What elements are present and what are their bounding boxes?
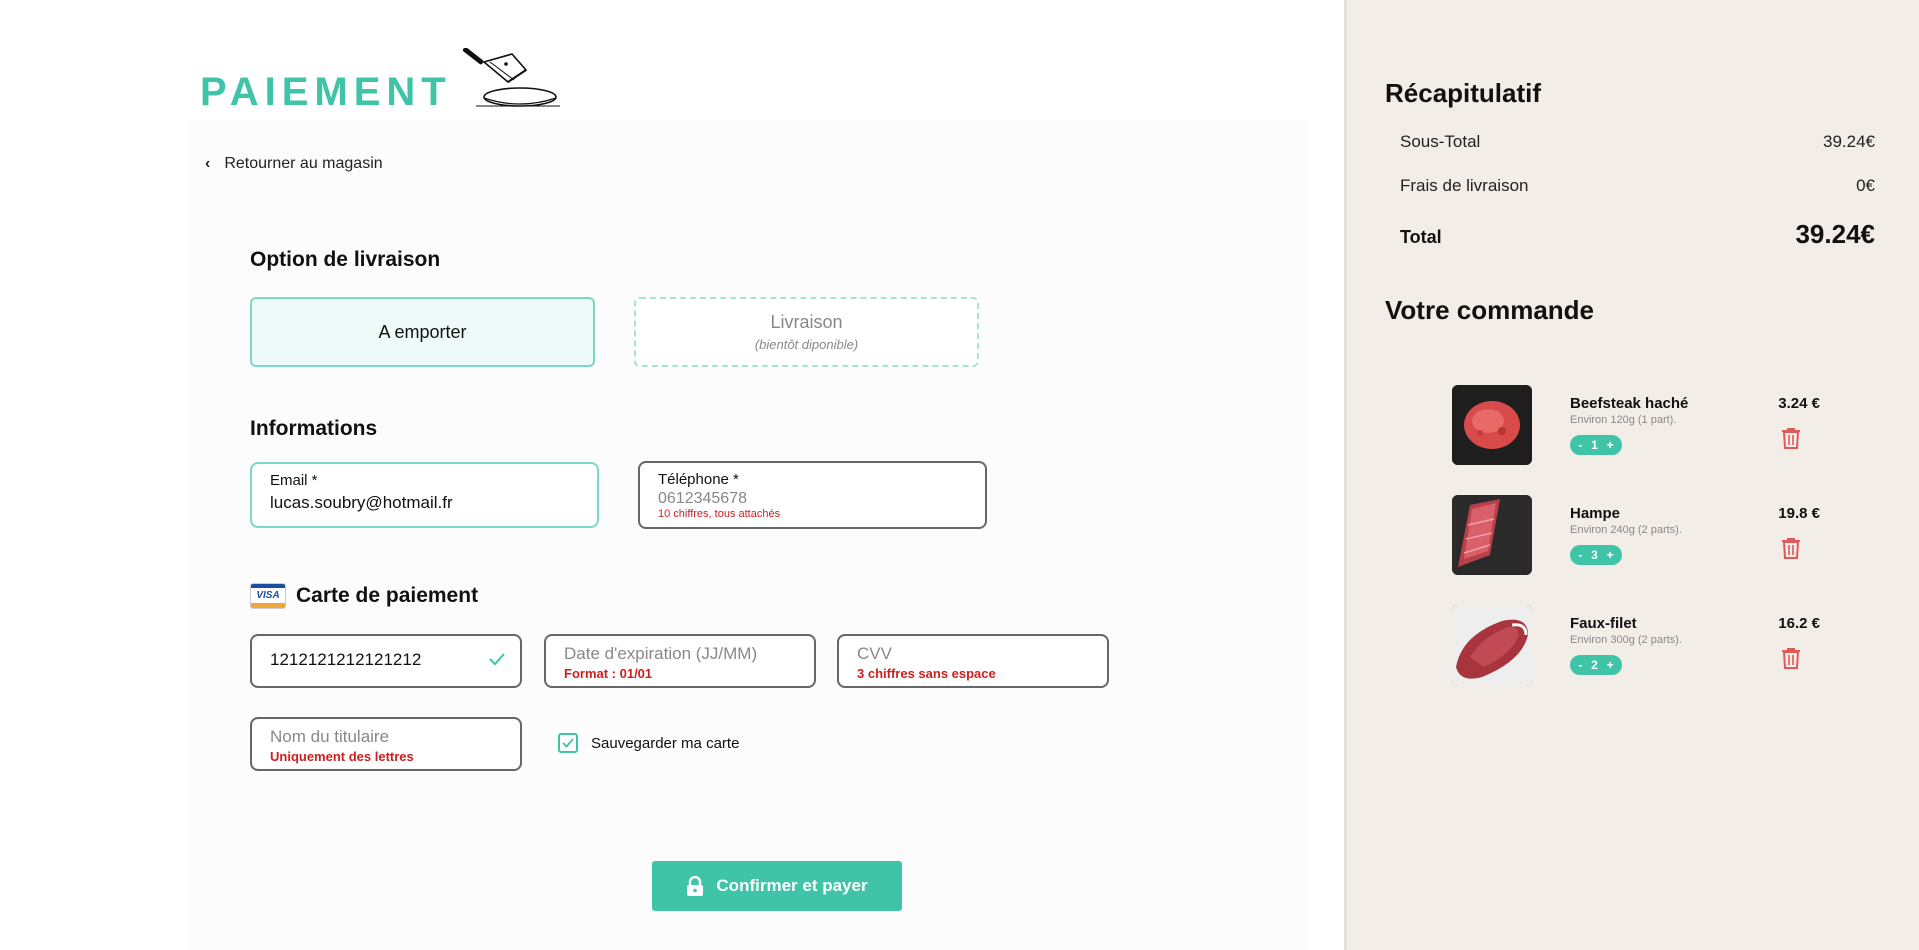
holder-field[interactable]: Nom du titulaire Uniquement des lettres xyxy=(250,717,522,771)
subtotal-row: Sous-Total 39.24€ xyxy=(1400,132,1875,152)
subtotal-value: 39.24€ xyxy=(1823,132,1875,151)
trash-icon[interactable] xyxy=(1780,646,1802,670)
expiry-placeholder: Date d'expiration (JJ/MM) xyxy=(564,644,758,663)
pickup-label: A emporter xyxy=(378,321,467,342)
quantity-stepper[interactable]: - 1 + xyxy=(1570,435,1622,455)
card-number-field[interactable]: 1212121212121212 xyxy=(250,634,522,688)
delivery-option-shipping[interactable]: Livraison (bientôt diponible) xyxy=(634,297,979,367)
cvv-hint: 3 chiffres sans espace xyxy=(857,666,996,681)
decrement-button[interactable]: - xyxy=(1578,548,1582,562)
item-name: Beefsteak haché xyxy=(1570,395,1689,412)
order-item: Faux-filet Environ 300g (2 parts). - 2 +… xyxy=(1452,605,1852,685)
save-card-checkbox[interactable]: Sauvegarder ma carte xyxy=(558,733,739,753)
chevron-left-icon: ‹ xyxy=(205,155,211,172)
phone-placeholder: 0612345678 xyxy=(658,490,747,507)
phone-label: Téléphone * xyxy=(658,471,739,488)
expiry-hint: Format : 01/01 xyxy=(564,666,653,681)
email-value: lucas.soubry@hotmail.fr xyxy=(270,493,453,512)
item-desc: Environ 240g (2 parts). xyxy=(1570,524,1682,536)
card-section-label: Carte de paiement xyxy=(296,584,479,607)
summary-title: Récapitulatif xyxy=(1385,78,1542,108)
item-qty: 3 xyxy=(1591,548,1598,562)
phone-hint: 10 chiffres, tous attachés xyxy=(658,508,781,520)
item-name: Hampe xyxy=(1570,505,1621,522)
subtotal-label: Sous-Total xyxy=(1400,132,1481,151)
delivery-option-pickup[interactable]: A emporter xyxy=(250,297,595,367)
order-item: Hampe Environ 240g (2 parts). - 3 + 19.8… xyxy=(1452,495,1852,575)
visa-card-icon: VISA xyxy=(250,583,286,609)
save-card-label: Sauvegarder ma carte xyxy=(591,734,740,752)
decrement-button[interactable]: - xyxy=(1578,438,1582,452)
product-image xyxy=(1452,605,1532,685)
item-desc: Environ 120g (1 part). xyxy=(1570,414,1677,426)
card-section-title: VISA Carte de paiement xyxy=(250,583,478,609)
expiry-field[interactable]: Date d'expiration (JJ/MM) Format : 01/01 xyxy=(544,634,816,688)
lock-icon xyxy=(687,876,704,896)
email-label: Email * xyxy=(270,472,318,489)
cvv-field[interactable]: CVV 3 chiffres sans espace xyxy=(837,634,1109,688)
item-price: 16.2 € xyxy=(1778,615,1820,632)
item-name: Faux-filet xyxy=(1570,615,1637,632)
item-qty: 1 xyxy=(1591,438,1598,452)
cvv-placeholder: CVV xyxy=(857,644,892,663)
confirm-pay-button[interactable]: Confirmer et payer xyxy=(652,861,902,911)
increment-button[interactable]: + xyxy=(1607,438,1614,452)
order-summary-panel: Récapitulatif Sous-Total 39.24€ Frais de… xyxy=(1344,0,1919,950)
quantity-stepper[interactable]: - 2 + xyxy=(1570,655,1622,675)
valid-check-icon xyxy=(489,653,505,666)
shipping-fee-label: Frais de livraison xyxy=(1400,176,1529,195)
holder-placeholder: Nom du titulaire xyxy=(270,727,390,746)
total-row: Total 39.24€ xyxy=(1400,219,1875,250)
item-price: 19.8 € xyxy=(1778,505,1820,522)
shipping-row: Frais de livraison 0€ xyxy=(1400,176,1875,196)
order-item: Beefsteak haché Environ 120g (1 part). -… xyxy=(1452,385,1852,465)
checkout-panel: PAIEMENT ‹ Retourner au magasin Option d… xyxy=(0,0,1345,950)
decrement-button[interactable]: - xyxy=(1578,658,1582,672)
order-title: Votre commande xyxy=(1385,295,1595,325)
phone-field[interactable]: Téléphone * 0612345678 10 chiffres, tous… xyxy=(638,461,987,529)
total-value: 39.24€ xyxy=(1795,219,1875,249)
info-section-title: Informations xyxy=(250,417,378,440)
trash-icon[interactable] xyxy=(1780,536,1802,560)
form-area xyxy=(190,120,1310,950)
item-price: 3.24 € xyxy=(1778,395,1820,412)
trash-icon[interactable] xyxy=(1780,426,1802,450)
delivery-section-title: Option de livraison xyxy=(250,248,441,271)
checkbox-checked-icon xyxy=(558,733,578,753)
back-to-store-link[interactable]: ‹ Retourner au magasin xyxy=(205,155,383,173)
email-field[interactable]: Email * lucas.soubry@hotmail.fr xyxy=(250,462,599,528)
shipping-note: (bientôt diponible) xyxy=(754,337,859,352)
confirm-label: Confirmer et payer xyxy=(716,876,868,895)
butcher-knife-logo xyxy=(462,48,560,107)
quantity-stepper[interactable]: - 3 + xyxy=(1570,545,1622,565)
item-desc: Environ 300g (2 parts). xyxy=(1570,634,1682,646)
shipping-fee-value: 0€ xyxy=(1856,176,1875,195)
shipping-label: Livraison xyxy=(770,312,843,332)
holder-hint: Uniquement des lettres xyxy=(270,749,414,764)
total-label: Total xyxy=(1400,227,1442,247)
product-image xyxy=(1452,495,1532,575)
card-number-value: 1212121212121212 xyxy=(270,650,422,669)
increment-button[interactable]: + xyxy=(1607,548,1614,562)
increment-button[interactable]: + xyxy=(1607,658,1614,672)
back-label: Retourner au magasin xyxy=(224,155,383,172)
item-qty: 2 xyxy=(1591,658,1598,672)
product-image xyxy=(1452,385,1532,465)
page-title: PAIEMENT xyxy=(200,70,452,114)
